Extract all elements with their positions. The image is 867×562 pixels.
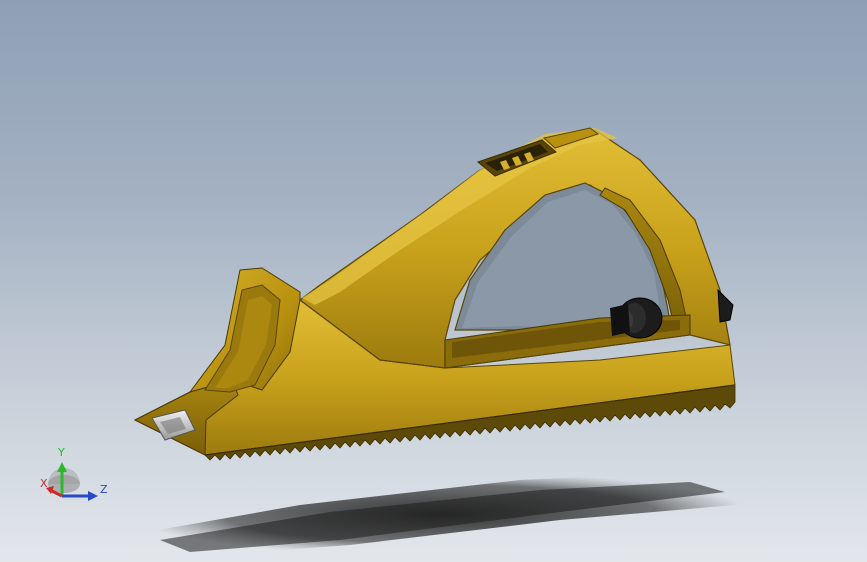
z-axis-arrow (88, 491, 98, 501)
ground-shadow (130, 472, 752, 556)
z-axis-label: Z (100, 483, 108, 496)
graphics-viewport[interactable]: Y Z X (0, 0, 867, 562)
coordinate-triad: Y Z X (40, 446, 108, 501)
y-axis-arrow (57, 462, 67, 472)
y-axis-label: Y (57, 446, 65, 459)
model-scene[interactable]: Y Z X (0, 0, 867, 562)
rear-knob[interactable] (717, 288, 734, 323)
rasp-plane-model[interactable] (133, 127, 736, 461)
x-axis-label: X (40, 477, 48, 490)
